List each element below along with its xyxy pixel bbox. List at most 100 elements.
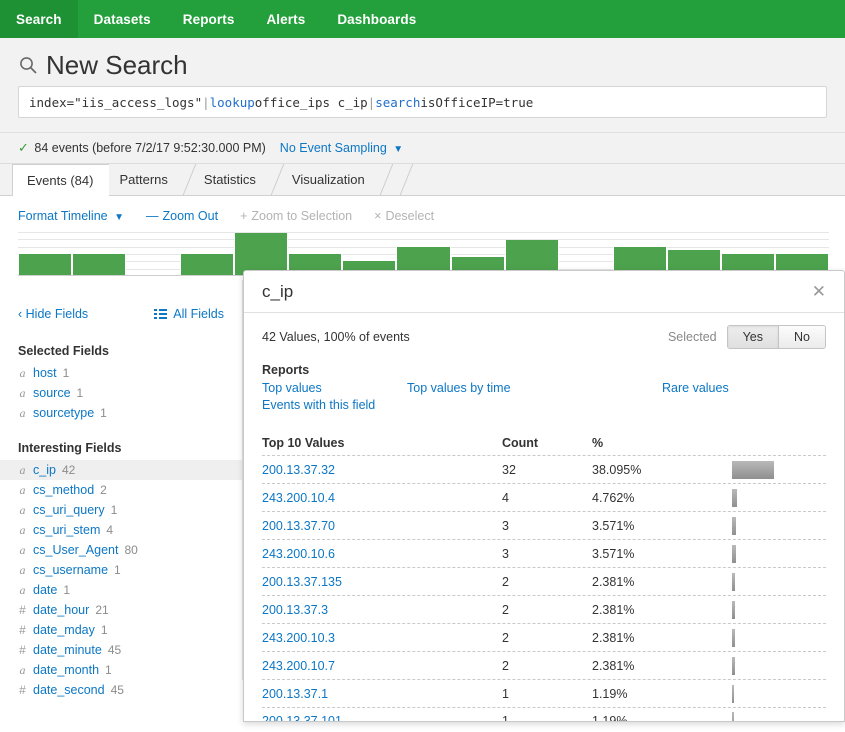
timeline-bar[interactable] xyxy=(18,254,72,275)
tab-patterns[interactable]: Patterns xyxy=(109,164,193,195)
zoom-out-label: Zoom Out xyxy=(163,209,219,223)
value-bar xyxy=(732,517,736,535)
top-values-link[interactable]: Top values xyxy=(262,381,407,395)
tab-separator xyxy=(162,164,197,195)
close-icon[interactable]: ✕ xyxy=(812,283,826,300)
cell-value[interactable]: 200.13.37.1 xyxy=(262,687,502,701)
timeline-bar[interactable] xyxy=(72,254,126,275)
list-icon xyxy=(154,309,167,320)
cell-count: 2 xyxy=(502,659,592,673)
nav-item-dashboards[interactable]: Dashboards xyxy=(321,0,432,38)
zoom-out-button[interactable]: —Zoom Out xyxy=(146,209,218,223)
cell-count: 3 xyxy=(502,547,592,561)
selected-toggle-group: Selected Yes No xyxy=(668,325,826,349)
top-values-by-time-link[interactable]: Top values by time xyxy=(407,381,662,395)
cell-bar-wrap xyxy=(732,461,826,479)
selected-fields-title: Selected Fields xyxy=(0,344,242,358)
sidebar-field-sourcetype[interactable]: asourcetype1 xyxy=(0,403,242,423)
cell-value[interactable]: 243.200.10.6 xyxy=(262,547,502,561)
sidebar-field-cs_uri_query[interactable]: acs_uri_query1 xyxy=(0,500,242,520)
sidebar-field-date[interactable]: adate1 xyxy=(0,580,242,600)
sidebar-field-host[interactable]: ahost1 xyxy=(0,363,242,383)
field-value-count: 4 xyxy=(106,523,113,537)
all-fields-button[interactable]: All Fields xyxy=(154,307,224,321)
cell-count: 2 xyxy=(502,631,592,645)
cell-count: 2 xyxy=(502,603,592,617)
cell-value[interactable]: 243.200.10.7 xyxy=(262,659,502,673)
tab-events-84[interactable]: Events (84) xyxy=(12,164,109,196)
format-timeline-dropdown[interactable]: Format Timeline ▼ xyxy=(18,209,124,223)
results-tabstrip: Events (84)PatternsStatistics Visualizati… xyxy=(0,164,845,196)
deselect-label: Deselect xyxy=(385,209,434,223)
column-header-value: Top 10 Values xyxy=(262,436,502,450)
value-bar xyxy=(732,657,735,675)
string-field-icon: a xyxy=(18,386,27,401)
field-name: date_hour xyxy=(33,603,89,617)
string-field-icon: a xyxy=(18,366,27,381)
field-name: cs_User_Agent xyxy=(33,543,118,557)
value-bar xyxy=(732,545,736,563)
table-row: 200.13.37.10111.19% xyxy=(262,707,826,722)
sidebar-field-cs_User_Agent[interactable]: acs_User_Agent80 xyxy=(0,540,242,560)
cell-value[interactable]: 200.13.37.135 xyxy=(262,575,502,589)
sidebar-field-source[interactable]: asource 1 xyxy=(0,383,242,403)
sidebar-field-date_minute[interactable]: #date_minute45 xyxy=(0,640,242,660)
cell-value[interactable]: 200.13.37.3 xyxy=(262,603,502,617)
zoom-to-selection-button[interactable]: +Zoom to Selection xyxy=(240,209,352,223)
field-value-count: 1 xyxy=(77,386,84,400)
search-query-input[interactable]: index="iis_access_logs" | lookup office_… xyxy=(18,86,827,118)
modal-header: c_ip ✕ xyxy=(244,271,844,313)
event-sampling-dropdown[interactable]: No Event Sampling ▼ xyxy=(280,141,403,155)
sidebar-field-cs_uri_stem[interactable]: acs_uri_stem4 xyxy=(0,520,242,540)
field-name: date_minute xyxy=(33,643,102,657)
cell-value[interactable]: 200.13.37.101 xyxy=(262,714,502,722)
selected-yes-button[interactable]: Yes xyxy=(728,326,778,348)
field-name: cs_username xyxy=(33,563,108,577)
splunk-search-page: SearchDatasetsReportsAlertsDashboards Ne… xyxy=(0,0,845,732)
values-summary: 42 Values, 100% of events xyxy=(262,330,410,344)
sidebar-field-cs_username[interactable]: acs_username1 xyxy=(0,560,242,580)
selected-no-button[interactable]: No xyxy=(778,326,825,348)
deselect-button[interactable]: ×Deselect xyxy=(374,209,434,223)
sidebar-field-date_hour[interactable]: #date_hour21 xyxy=(0,600,242,620)
nav-item-datasets[interactable]: Datasets xyxy=(78,0,167,38)
cell-percent: 3.571% xyxy=(592,519,732,533)
tab-label: Visualization xyxy=(292,172,365,187)
sidebar-field-date_mday[interactable]: #date_mday1 xyxy=(0,620,242,640)
value-bar xyxy=(732,601,735,619)
tab-visualization[interactable]: Visualization xyxy=(282,164,391,195)
events-with-this-field-link[interactable]: Events with this field xyxy=(262,398,407,412)
cell-value[interactable]: 243.200.10.4 xyxy=(262,491,502,505)
cell-value[interactable]: 200.13.37.70 xyxy=(262,519,502,533)
nav-item-search[interactable]: Search xyxy=(0,0,78,38)
cell-value[interactable]: 200.13.37.32 xyxy=(262,463,502,477)
sidebar-field-cs_method[interactable]: acs_method2 xyxy=(0,480,242,500)
plus-icon: + xyxy=(240,209,247,223)
nav-item-alerts[interactable]: Alerts xyxy=(250,0,321,38)
top-values-table: Top 10 Values Count % 200.13.37.323238.0… xyxy=(244,415,844,722)
chevron-left-icon: ‹ xyxy=(18,307,22,321)
string-field-icon: a xyxy=(18,523,27,538)
nav-item-reports[interactable]: Reports xyxy=(167,0,251,38)
sidebar-field-date_second[interactable]: #date_second45 xyxy=(0,680,242,700)
table-row: 200.13.37.13522.381% xyxy=(262,567,826,595)
field-name: cs_method xyxy=(33,483,94,497)
field-name: source xyxy=(33,386,71,400)
cell-bar-wrap xyxy=(732,712,826,722)
reports-title: Reports xyxy=(244,349,844,381)
timeline-bar[interactable] xyxy=(234,233,288,275)
tab-statistics[interactable]: Statistics xyxy=(194,164,282,195)
rare-values-link[interactable]: Rare values xyxy=(662,381,729,395)
timeline-bar[interactable] xyxy=(180,254,234,275)
chevron-down-icon: ▼ xyxy=(114,212,124,223)
value-bar xyxy=(732,685,734,703)
cell-value[interactable]: 243.200.10.3 xyxy=(262,631,502,645)
cell-bar-wrap xyxy=(732,573,826,591)
hide-fields-button[interactable]: ‹ Hide Fields xyxy=(18,307,88,321)
sidebar-field-c_ip[interactable]: ac_ip42 xyxy=(0,460,242,480)
primary-navbar: SearchDatasetsReportsAlertsDashboards xyxy=(0,0,845,38)
field-value-count: 2 xyxy=(100,483,107,497)
sidebar-field-date_month[interactable]: adate_month1 xyxy=(0,660,242,680)
field-summary-modal: c_ip ✕ 42 Values, 100% of events Selecte… xyxy=(243,270,845,722)
query-token-pipe-1: | xyxy=(202,95,210,110)
